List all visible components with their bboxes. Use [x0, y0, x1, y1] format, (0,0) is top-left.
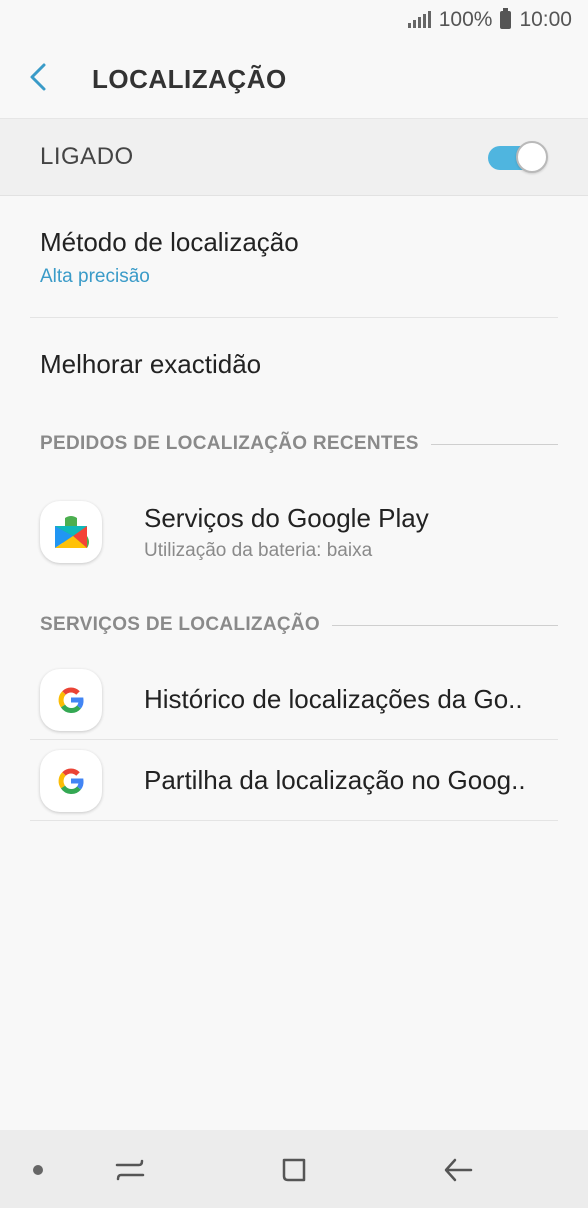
dot-icon[interactable]	[18, 1150, 58, 1190]
improve-accuracy-title: Melhorar exactidão	[40, 348, 262, 379]
section-line	[430, 443, 558, 445]
divider	[30, 739, 558, 740]
list-item-subtitle: Utilização da bateria: baixa	[144, 539, 373, 561]
location-master-switch-row[interactable]: LIGADO	[0, 118, 588, 196]
google-g-icon	[40, 668, 102, 731]
location-method-title: Método de localização	[40, 227, 299, 257]
clock: 10:00	[519, 8, 572, 31]
section-line	[331, 624, 558, 626]
page-title: LOCALIZAÇÃO	[92, 63, 287, 94]
recent-requests-header-text: PEDIDOS DE LOCALIZAÇÃO RECENTES	[40, 433, 419, 454]
master-switch-label: LIGADO	[40, 143, 134, 170]
list-item-title: Histórico de localizações da Go..	[144, 684, 523, 714]
back-arrow-icon[interactable]	[438, 1150, 478, 1190]
status-bar: 100% 10:00	[0, 0, 588, 40]
app-bar: LOCALIZAÇÃO	[0, 40, 588, 118]
location-toggle[interactable]	[488, 141, 548, 173]
toggle-thumb	[516, 141, 548, 173]
back-button[interactable]	[0, 40, 90, 118]
navigation-bar	[0, 1130, 588, 1208]
list-item-title: Serviços do Google Play	[144, 502, 429, 533]
signal-icon	[407, 11, 431, 28]
location-method-value: Alta precisão	[40, 266, 150, 287]
list-item-google-play-services[interactable]: Serviços do Google Play Utilização da ba…	[0, 490, 588, 574]
recent-requests-header: PEDIDOS DE LOCALIZAÇÃO RECENTES	[0, 430, 588, 458]
home-icon[interactable]	[274, 1150, 314, 1190]
settings-list: Método de localização Alta precisão Melh…	[0, 197, 588, 410]
google-play-services-icon	[40, 501, 102, 563]
google-g-icon	[40, 749, 102, 812]
divider	[30, 820, 558, 821]
location-method-row[interactable]: Método de localização Alta precisão	[0, 197, 588, 317]
recents-icon[interactable]	[110, 1150, 150, 1190]
list-item-location-history[interactable]: Histórico de localizações da Go..	[0, 660, 588, 739]
battery-icon	[500, 8, 512, 29]
improve-accuracy-row[interactable]: Melhorar exactidão	[0, 318, 588, 410]
chevron-left-icon	[30, 62, 48, 97]
battery-percentage: 100%	[438, 8, 493, 31]
location-services-header: SERVIÇOS DE LOCALIZAÇÃO	[0, 611, 588, 639]
list-item-title: Partilha da localização no Goog..	[144, 765, 526, 795]
location-services-header-text: SERVIÇOS DE LOCALIZAÇÃO	[40, 614, 320, 635]
list-item-location-sharing[interactable]: Partilha da localização no Goog..	[0, 741, 588, 820]
